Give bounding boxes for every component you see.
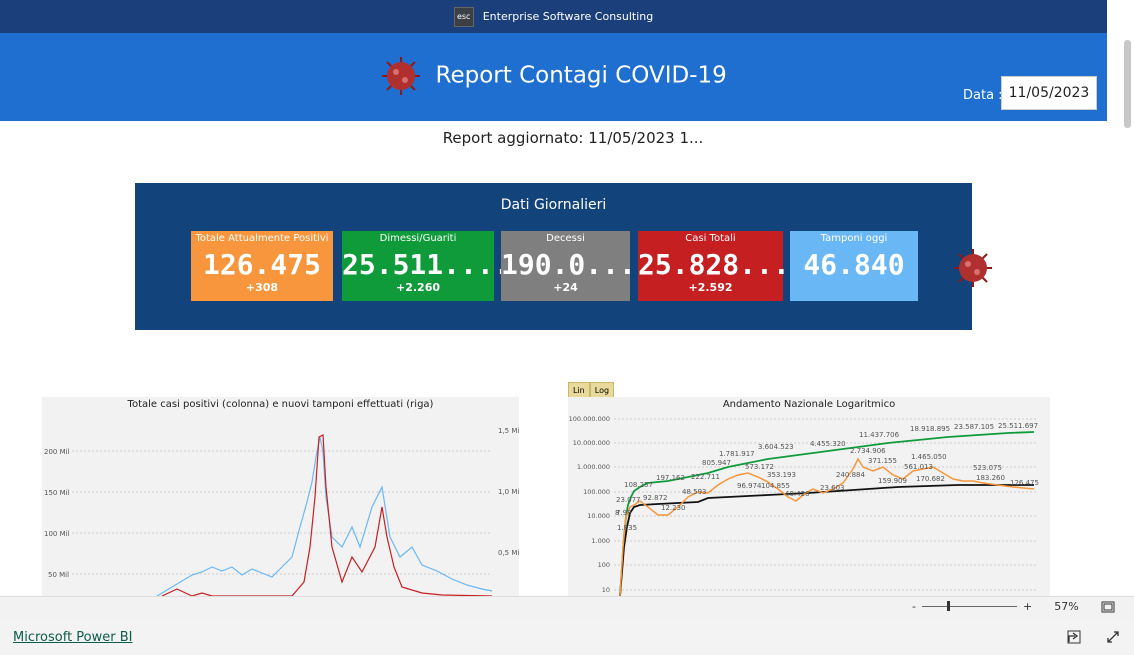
orange-label: 2.734.906 xyxy=(850,447,886,455)
scrollbar[interactable] xyxy=(1124,40,1131,128)
orange-label: 92.872 xyxy=(643,494,668,502)
y-right-tick: 1,5 Mi xyxy=(498,427,519,435)
orange-label: 40.426 xyxy=(785,490,810,498)
card-active-positive[interactable]: Totale Attualmente Positivi 126.475 +308 xyxy=(191,231,333,301)
green-label: 222.711 xyxy=(691,473,720,481)
zoom-in-button[interactable]: + xyxy=(1023,600,1032,613)
orange-label: 12.230 xyxy=(661,504,686,512)
green-label: 805.947 xyxy=(702,459,731,467)
card-delta: +2.260 xyxy=(395,281,440,294)
top-bar: esc Enterprise Software Consulting xyxy=(0,0,1107,33)
card-value: 190.0... xyxy=(501,248,636,281)
positives-swabs-chart[interactable]: Totale casi positivi (colonna) e nuovi t… xyxy=(42,397,519,596)
date-label: Data : xyxy=(963,88,1003,103)
green-label: 11.437.706 xyxy=(859,431,900,439)
card-value: 25.828... xyxy=(638,248,790,281)
orange-label: 183.260 xyxy=(976,474,1005,482)
orange-label: 23.603 xyxy=(820,484,845,492)
log-trend-chart[interactable]: Andamento Nazionale Logaritmico 100.000.… xyxy=(568,397,1050,596)
daily-title: Dati Giornalieri xyxy=(500,197,607,213)
orange-label: 159.909 xyxy=(878,477,907,485)
zoom-out-button[interactable]: - xyxy=(912,600,916,613)
card-label: Casi Totali xyxy=(685,233,736,244)
y-tick: 100.000.000 xyxy=(569,415,610,423)
orange-label: 1.465.050 xyxy=(911,453,947,461)
card-label: Tamponi oggi xyxy=(820,233,888,244)
card-value: 126.475 xyxy=(202,248,321,281)
card-delta: +2.592 xyxy=(688,281,733,294)
green-label: 108.257 xyxy=(624,481,653,489)
y-tick: 1.000.000 xyxy=(577,463,610,471)
zoom-level: 57% xyxy=(1054,600,1079,613)
y-right-tick: 1,0 Mi xyxy=(498,488,519,496)
orange-label: 561.013 xyxy=(904,463,933,471)
y-tick: 100.000 xyxy=(583,488,610,496)
orange-label: 96.974 xyxy=(737,482,762,490)
share-icon[interactable] xyxy=(1067,630,1081,644)
card-delta: +24 xyxy=(553,281,578,294)
y-right-tick: 0,5 Mi xyxy=(498,549,519,557)
orange-label: 48.593 xyxy=(682,488,707,496)
y-tick: 10.000.000 xyxy=(573,439,610,447)
orange-label: 126.475 xyxy=(1010,479,1039,487)
card-label: Decessi xyxy=(546,233,585,244)
y-left-tick: 50 Mil xyxy=(48,571,69,579)
page-title-text: Report Contagi COVID-19 xyxy=(435,62,727,89)
y-tick: 10.000 xyxy=(587,512,610,520)
card-swabs-today[interactable]: Tamponi oggi 46.840 xyxy=(790,231,918,301)
zoom-control[interactable]: - + 57% xyxy=(912,600,1115,613)
green-label: 4.455.320 xyxy=(810,440,846,448)
card-value: 46.840 xyxy=(803,248,905,281)
green-label: 25.511.697 xyxy=(998,422,1038,430)
card-recovered[interactable]: Dimessi/Guariti 25.511.... +2.260 xyxy=(342,231,511,301)
orange-label: 1.835 xyxy=(617,524,637,532)
log-trend-plot: 100.000.000 10.000.000 1.000.000 100.000… xyxy=(569,415,1039,596)
page-title: Report Contagi COVID-19 xyxy=(0,55,1107,97)
y-left-tick: 100 Mil xyxy=(44,530,70,538)
date-field[interactable]: 11/05/2023 xyxy=(1001,76,1097,110)
zoom-slider[interactable] xyxy=(921,601,1017,611)
orange-label: 371.155 xyxy=(868,457,897,465)
daily-data-panel: Dati Giornalieri Totale Attualmente Posi… xyxy=(135,183,992,330)
positives-swabs-plot: 200 Mil 150 Mil 100 Mil 50 Mil 1,5 Mi 1,… xyxy=(44,427,519,596)
y-tick: 10 xyxy=(602,586,610,594)
y-tick: 100 xyxy=(598,561,610,569)
orange-label: 240.884 xyxy=(836,471,865,479)
green-label: 18.918.895 xyxy=(910,425,950,433)
virus-icon xyxy=(382,57,421,95)
green-label: 23.587.105 xyxy=(954,423,994,431)
card-label: Totale Attualmente Positivi xyxy=(195,233,329,244)
company-logo: esc xyxy=(453,6,474,27)
report-header: Report Contagi COVID-19 Data : 11/05/202… xyxy=(0,33,1107,121)
green-label: 3.604.523 xyxy=(758,443,794,451)
green-label: 1.781.917 xyxy=(719,450,755,458)
y-tick: 1.000 xyxy=(591,537,610,545)
virus-icon xyxy=(954,249,992,287)
card-deaths[interactable]: Decessi 190.0... +24 xyxy=(501,231,636,301)
footer: Microsoft Power BI xyxy=(0,619,1134,655)
green-label: 23.077 xyxy=(616,496,641,504)
card-delta: +308 xyxy=(245,281,279,294)
report-updated-text: Report aggiornato: 11/05/2023 1... xyxy=(442,129,704,147)
card-value: 25.511.... xyxy=(342,248,511,281)
orange-label: 523.075 xyxy=(973,464,1002,472)
y-left-tick: 150 Mil xyxy=(44,489,70,497)
fullscreen-icon[interactable] xyxy=(1106,630,1120,644)
status-bar: - + 57% xyxy=(0,596,1134,619)
orange-label: 104.855 xyxy=(761,482,790,490)
card-total-cases[interactable]: Casi Totali 25.828... +2.592 xyxy=(638,231,790,301)
orange-label: 353.193 xyxy=(767,471,796,479)
orange-label: 573.172 xyxy=(745,463,774,471)
powerbi-link[interactable]: Microsoft Power BI xyxy=(13,630,132,645)
orange-label: 170.682 xyxy=(916,475,945,483)
orange-label: 7.98 xyxy=(616,509,632,517)
card-label: Dimessi/Guariti xyxy=(379,233,457,244)
company-name: Enterprise Software Consulting xyxy=(482,10,654,23)
zoom-slider-thumb[interactable] xyxy=(946,601,950,611)
fit-page-icon[interactable] xyxy=(1101,601,1115,613)
y-left-tick: 200 Mil xyxy=(44,448,70,456)
green-label: 197.162 xyxy=(656,474,685,482)
